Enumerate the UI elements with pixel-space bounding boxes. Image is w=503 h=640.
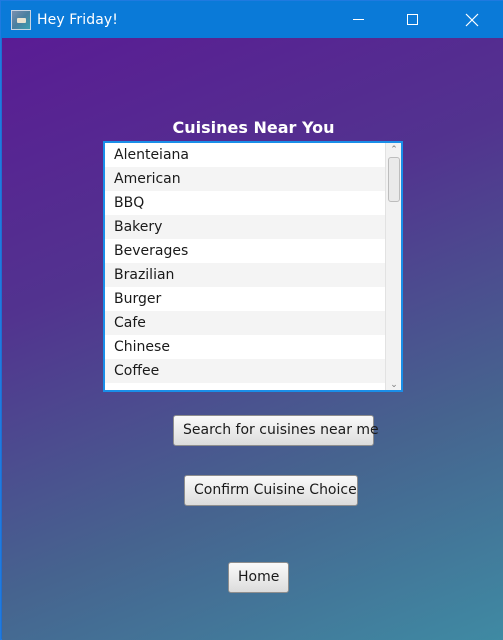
title-bar[interactable]: Hey Friday!	[1, 1, 503, 38]
minimize-icon	[352, 19, 364, 20]
maximize-icon	[406, 14, 418, 25]
list-item[interactable]: Coffee	[105, 359, 387, 383]
close-button[interactable]	[449, 1, 495, 38]
app-window: Hey Friday! Cuisines Near You Alenteiana…	[0, 0, 503, 640]
confirm-cuisine-button[interactable]: Confirm Cuisine Choice	[184, 475, 358, 506]
window-title: Hey Friday!	[37, 11, 119, 28]
list-item[interactable]: Beverages	[105, 239, 387, 263]
maximize-button[interactable]	[389, 1, 435, 38]
main-content: Cuisines Near You Alenteiana American BBQ B…	[2, 38, 503, 640]
list-item[interactable]: BBQ	[105, 191, 387, 215]
list-scrollbar[interactable]: ⌃ ⌄	[385, 143, 401, 390]
close-icon	[465, 13, 479, 26]
list-item[interactable]: Brazilian	[105, 263, 387, 287]
app-icon	[11, 9, 31, 30]
cuisines-heading: Cuisines Near You	[172, 118, 335, 137]
scroll-up-icon[interactable]: ⌃	[389, 144, 399, 154]
list-item[interactable]: American	[105, 167, 387, 191]
cuisine-list[interactable]: Alenteiana American BBQ Bakery Beverages Braz…	[103, 141, 403, 392]
list-item[interactable]: Cafe	[105, 311, 387, 335]
scroll-down-icon[interactable]: ⌄	[389, 379, 399, 389]
list-item[interactable]: Chinese	[105, 335, 387, 359]
scroll-thumb[interactable]	[388, 157, 400, 202]
list-item[interactable]: Burger	[105, 287, 387, 311]
list-item[interactable]: Alenteiana	[105, 143, 387, 167]
home-button[interactable]: Home	[228, 562, 289, 593]
cuisine-list-rows: Alenteiana American BBQ Bakery Beverages Braz…	[105, 143, 387, 383]
minimize-button[interactable]	[335, 1, 381, 38]
list-item[interactable]: Bakery	[105, 215, 387, 239]
search-cuisines-button[interactable]: Search for cuisines near me	[173, 415, 379, 446]
